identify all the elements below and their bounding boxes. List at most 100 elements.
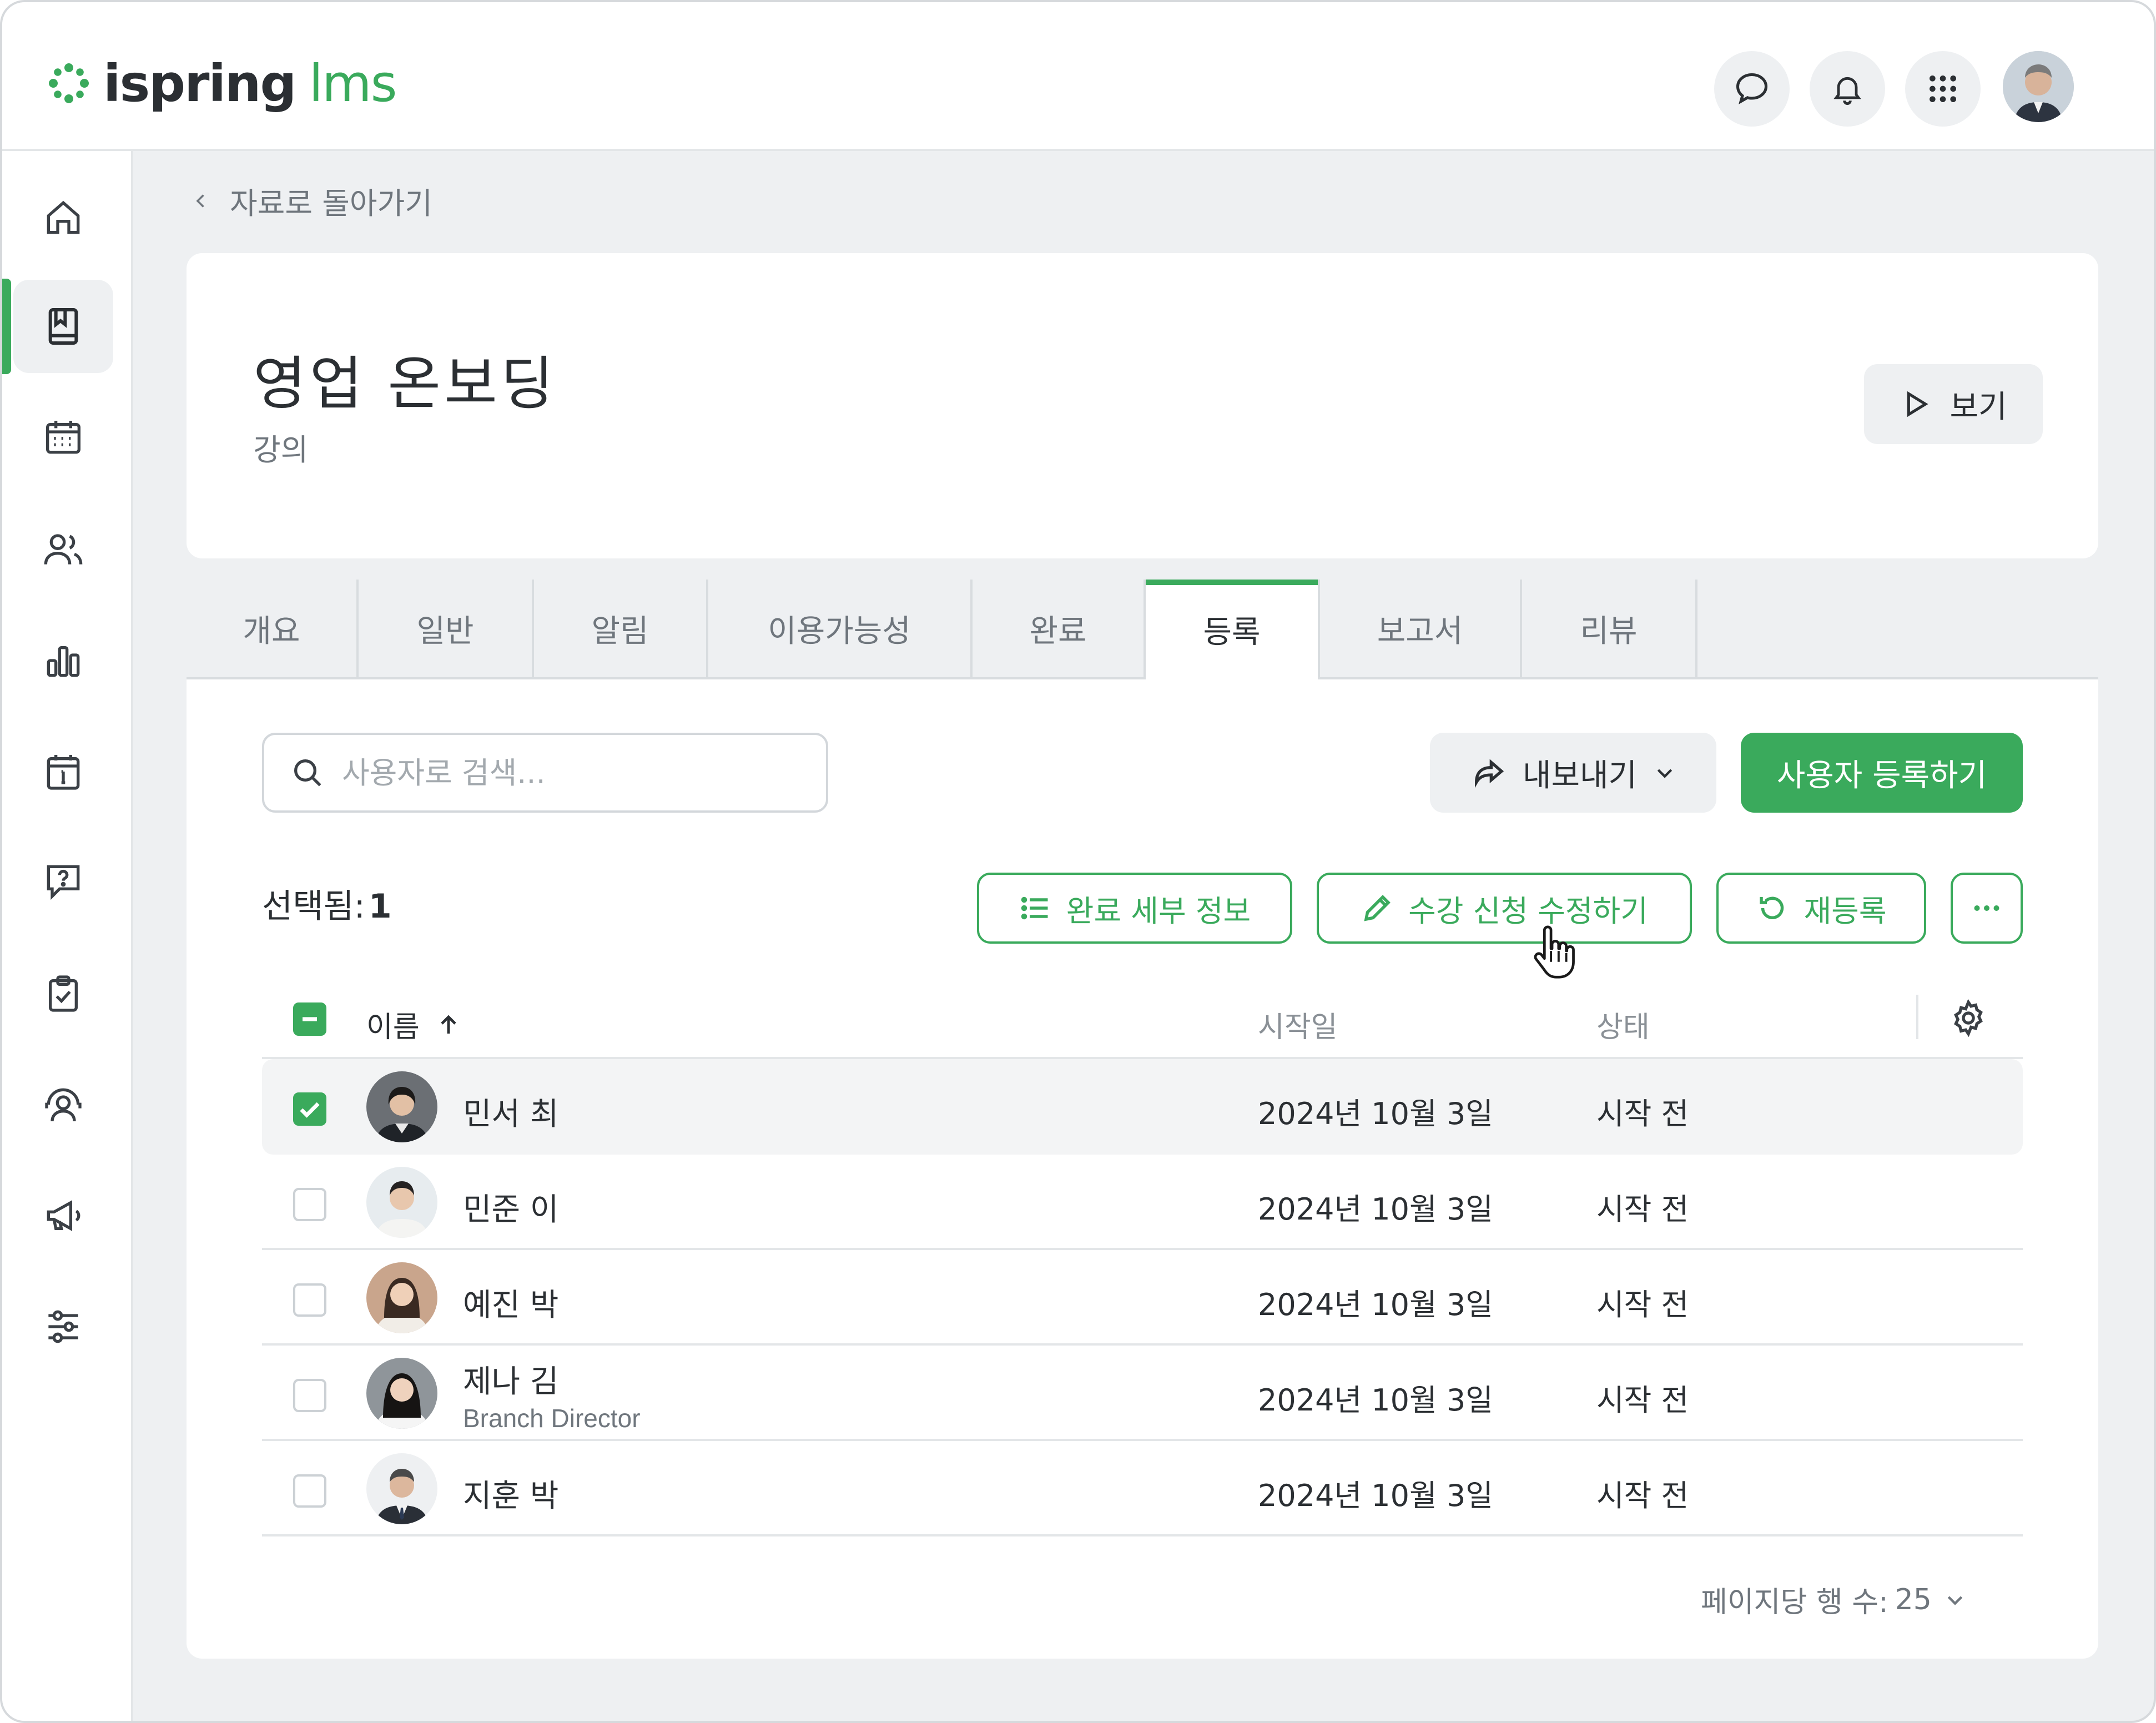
sidebar-item-assignments[interactable] — [13, 947, 113, 1040]
row-checkbox[interactable] — [293, 1092, 326, 1126]
sidebar-item-reports[interactable] — [13, 614, 113, 707]
sidebar-item-announcements[interactable] — [13, 1169, 113, 1262]
list-icon — [1021, 896, 1048, 920]
user-name[interactable]: 예진 박 — [463, 1280, 558, 1325]
column-name-label: 이름 — [366, 1011, 420, 1044]
table-header: 이름 시작일 상태 — [262, 979, 2023, 1059]
row-checkbox[interactable] — [293, 1474, 326, 1508]
enroll-button-label: 사용자 등록하기 — [1776, 757, 1987, 794]
sidebar-item-info[interactable] — [13, 725, 113, 818]
tab-label: 보고서 — [1377, 613, 1463, 649]
reenroll-label: 재등록 — [1804, 893, 1887, 929]
user-name[interactable]: 민준 이 — [463, 1185, 558, 1230]
table-row[interactable]: 지훈 박 2024년 10월 3일 시작 전 — [262, 1441, 2023, 1536]
completion-details-button[interactable]: 완료 세부 정보 — [977, 873, 1292, 944]
tab-reports[interactable]: 보고서 — [1320, 580, 1522, 677]
sliders-icon — [48, 1310, 78, 1343]
course-type: 강의 — [253, 432, 309, 467]
user-photo — [366, 1358, 437, 1429]
apps-button[interactable] — [1905, 51, 1981, 127]
sidebar-item-support[interactable] — [13, 1058, 113, 1151]
pencil-icon — [1364, 895, 1391, 921]
status: 시작 전 — [1596, 1478, 1689, 1513]
user-search[interactable] — [262, 733, 828, 813]
tab-availability[interactable]: 이용가능성 — [708, 580, 973, 677]
user-photo — [366, 1167, 437, 1238]
rows-per-page-label: 페이지당 행 수: — [1701, 1586, 1888, 1619]
bell-icon — [1833, 77, 1861, 105]
select-all-checkbox[interactable] — [293, 1002, 326, 1036]
sidebar-item-users[interactable] — [13, 503, 113, 596]
more-horizontal-icon — [1974, 905, 1999, 911]
completion-details-label: 완료 세부 정보 — [1066, 893, 1251, 929]
view-button[interactable]: 보기 — [1864, 364, 2043, 444]
chevron-down-icon — [1947, 1595, 1962, 1605]
user-name[interactable]: 민서 최 — [463, 1089, 558, 1134]
tab-label: 알림 — [591, 613, 649, 649]
user-photo — [366, 1071, 437, 1142]
rows-per-page-selector[interactable]: 페이지당 행 수: 25 — [1701, 1579, 1966, 1620]
course-tabs: 개요 일반 알림 이용가능성 완료 등록 보고서 리뷰 — [187, 580, 2098, 679]
table-row[interactable]: 예진 박 2024년 10월 3일 시작 전 — [262, 1250, 2023, 1346]
arrow-up-icon — [440, 1015, 456, 1034]
reenroll-button[interactable]: 재등록 — [1716, 873, 1926, 944]
edit-enrollment-button[interactable]: 수강 신청 수정하기 — [1317, 873, 1692, 944]
avatar — [366, 1167, 437, 1238]
sidebar-item-home[interactable] — [13, 171, 113, 264]
notifications-button[interactable] — [1810, 51, 1885, 127]
user-photo — [366, 1453, 437, 1524]
user-name[interactable]: 지훈 박 — [463, 1471, 558, 1516]
search-input[interactable] — [342, 755, 797, 790]
column-header-name[interactable]: 이름 — [366, 1004, 462, 1045]
avatar — [366, 1358, 437, 1429]
enroll-users-button[interactable]: 사용자 등록하기 — [1741, 733, 2023, 813]
ispring-logo[interactable]: ispring lms — [47, 53, 397, 113]
rows-per-page-value: 25 — [1895, 1583, 1932, 1616]
hand-cursor-icon — [1534, 925, 1575, 979]
users-icon — [44, 534, 83, 565]
logo-word: ispring — [103, 53, 296, 113]
back-to-content-link[interactable]: 자료로 돌아가기 — [191, 179, 432, 223]
tab-notifications[interactable]: 알림 — [534, 580, 708, 677]
logo-accent: lms — [309, 53, 397, 113]
row-checkbox[interactable] — [293, 1379, 326, 1412]
ispring-logo-icon — [49, 63, 89, 103]
bar-chart-icon — [47, 646, 80, 677]
info-board-icon — [47, 755, 80, 790]
status: 시작 전 — [1596, 1383, 1689, 1418]
sidebar-item-questions[interactable] — [13, 835, 113, 928]
more-actions-button[interactable] — [1951, 873, 2023, 944]
chat-button[interactable] — [1714, 51, 1790, 127]
row-checkbox[interactable] — [293, 1188, 326, 1221]
start-date: 2024년 10월 3일 — [1258, 1383, 1493, 1418]
table-row[interactable]: 민준 이 2024년 10월 3일 시작 전 — [262, 1155, 2023, 1250]
selected-number: 1 — [368, 887, 392, 926]
app-window: ispring lms 자료로 돌아가기 영업 온보딩 강의 보기 개요 일반 … — [0, 0, 2156, 1723]
sidebar-item-calendar[interactable] — [13, 391, 113, 484]
user-avatar-image — [2003, 51, 2074, 122]
user-avatar[interactable] — [2003, 51, 2074, 122]
column-header-status[interactable]: 상태 — [1596, 1004, 1650, 1045]
tab-general[interactable]: 일반 — [359, 580, 534, 677]
sidebar-item-content[interactable] — [13, 280, 113, 373]
table-row[interactable]: 제나 김 Branch Director 2024년 10월 3일 시작 전 — [262, 1346, 2023, 1441]
enrollment-panel: 내보내기 사용자 등록하기 선택됨:1 완료 세부 정보 수강 신청 수정하기 — [187, 679, 2098, 1659]
sidebar-item-settings[interactable] — [13, 1280, 113, 1373]
home-icon — [47, 200, 80, 234]
table-settings-button[interactable] — [1948, 998, 1988, 1040]
user-name[interactable]: 제나 김 — [463, 1357, 558, 1402]
row-checkbox[interactable] — [293, 1283, 326, 1317]
export-dropdown-button[interactable]: 내보내기 — [1430, 733, 1716, 813]
table-row[interactable]: 민서 최 2024년 10월 3일 시작 전 — [262, 1059, 2023, 1155]
gear-icon — [1954, 999, 1983, 1037]
tab-reviews[interactable]: 리뷰 — [1522, 580, 1697, 677]
column-header-start-date[interactable]: 시작일 — [1258, 1004, 1338, 1045]
tab-completion[interactable]: 완료 — [973, 580, 1146, 677]
tab-enrollment[interactable]: 등록 — [1146, 580, 1320, 679]
selected-label: 선택됨: — [262, 887, 365, 926]
chat-icon — [1736, 73, 1768, 104]
tab-overview[interactable]: 개요 — [187, 580, 359, 677]
play-icon — [1907, 391, 1929, 417]
tab-label: 개요 — [243, 613, 300, 649]
avatar — [366, 1262, 437, 1333]
